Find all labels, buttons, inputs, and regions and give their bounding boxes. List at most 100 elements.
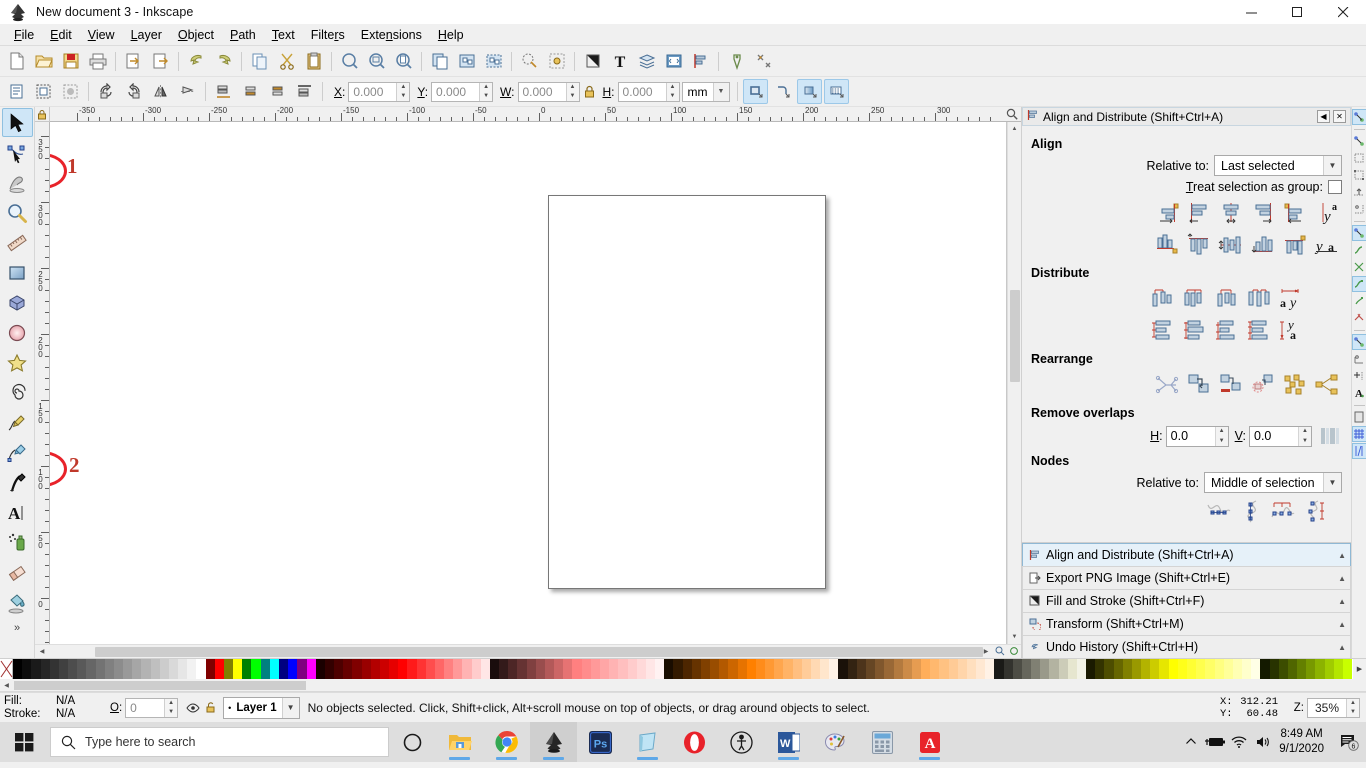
palette-swatch[interactable]: [838, 659, 847, 679]
raise-to-top-button[interactable]: [292, 79, 317, 104]
palette-swatch[interactable]: [297, 659, 306, 679]
enable-snapping-toggle[interactable]: [1352, 109, 1366, 125]
canvas-zoom-icon[interactable]: [1002, 107, 1021, 122]
taskbar-paint[interactable]: [812, 722, 859, 762]
distribute-text-baselines-horizontally-button[interactable]: ay: [1276, 284, 1306, 314]
palette-swatch[interactable]: [499, 659, 508, 679]
width-stepper[interactable]: ▲▼: [566, 83, 579, 101]
select-all-button[interactable]: [4, 79, 29, 104]
palette-swatch[interactable]: [655, 659, 664, 679]
palette-swatch[interactable]: [572, 659, 581, 679]
palette-swatch[interactable]: [380, 659, 389, 679]
3dbox-tool[interactable]: [2, 288, 33, 317]
palette-swatch[interactable]: [802, 659, 811, 679]
unclump-objects-button[interactable]: [1280, 370, 1310, 400]
palette-swatch[interactable]: [967, 659, 976, 679]
palette-swatch[interactable]: [618, 659, 627, 679]
ellipse-tool[interactable]: [2, 318, 33, 347]
canvas-horizontal-scrollbar[interactable]: ◀ ▶: [35, 644, 1021, 658]
menu-edit[interactable]: Edit: [42, 26, 80, 44]
palette-swatch[interactable]: [178, 659, 187, 679]
palette-swatch[interactable]: [949, 659, 958, 679]
palette-swatch[interactable]: [756, 659, 765, 679]
bezier-pen-tool[interactable]: [2, 438, 33, 467]
zoom-page-button[interactable]: [391, 49, 416, 74]
snap-bbox-corners-toggle[interactable]: [1352, 167, 1366, 183]
treat-as-group-checkbox[interactable]: [1328, 180, 1342, 194]
dock-tab-undo-history[interactable]: Undo History (Shift+Ctrl+H) ▲: [1022, 635, 1351, 658]
node-tool[interactable]: [2, 138, 33, 167]
exchange-positions-selection-order-button[interactable]: [1152, 370, 1182, 400]
menu-object[interactable]: Object: [170, 26, 222, 44]
randomize-positions-button[interactable]: [1248, 370, 1278, 400]
taskbar-clock[interactable]: 8:49 AM 9/1/2020: [1275, 727, 1332, 757]
scroll-up-arrow[interactable]: ▲: [1008, 122, 1021, 136]
palette-swatch[interactable]: [728, 659, 737, 679]
dock-tab-export-png-image[interactable]: Export PNG Image (Shift+Ctrl+E) ▲: [1022, 566, 1351, 589]
redo-button[interactable]: [211, 49, 236, 74]
canvas-rotation-lock-icon[interactable]: [1007, 645, 1021, 659]
palette-none-swatch[interactable]: [0, 659, 13, 679]
horizontal-scroll-thumb[interactable]: [95, 647, 983, 657]
palette-swatch[interactable]: [545, 659, 554, 679]
search-input[interactable]: Type here to search: [50, 727, 389, 757]
palette-scroll-thumb[interactable]: [14, 681, 306, 690]
palette-swatch[interactable]: [600, 659, 609, 679]
palette-swatch[interactable]: [68, 659, 77, 679]
chevron-up-icon[interactable]: ▲: [1338, 574, 1346, 583]
calligraphy-tool[interactable]: [2, 468, 33, 497]
distribute-gaps-vertically-button[interactable]: [1244, 316, 1274, 346]
drawing-canvas[interactable]: 1 2: [50, 122, 1007, 644]
palette-swatch[interactable]: [664, 659, 673, 679]
snap-nodes-paths-toggle[interactable]: [1352, 225, 1366, 241]
palette-swatch[interactable]: [1178, 659, 1187, 679]
chevron-up-icon[interactable]: ▲: [1338, 620, 1346, 629]
palette-swatch[interactable]: [261, 659, 270, 679]
rotate-90-ccw-button[interactable]: [94, 79, 119, 104]
select-all-layers-button[interactable]: [31, 79, 56, 104]
scroll-right-arrow[interactable]: ▶: [979, 648, 993, 655]
palette-swatch[interactable]: [1123, 659, 1132, 679]
palette-swatch[interactable]: [77, 659, 86, 679]
palette-swatch[interactable]: [939, 659, 948, 679]
close-panel-icon[interactable]: ✕: [1333, 110, 1346, 123]
taskbar-file-explorer[interactable]: [436, 722, 483, 762]
document-properties-button[interactable]: [544, 49, 569, 74]
palette-swatch[interactable]: [141, 659, 150, 679]
taskbar-sticky-notes[interactable]: [624, 722, 671, 762]
battery-charging-icon[interactable]: [1203, 735, 1227, 749]
taskbar-inkscape-alt[interactable]: [718, 722, 765, 762]
align-bottom-edges-button[interactable]: [1248, 230, 1278, 260]
palette-swatch[interactable]: [151, 659, 160, 679]
scale-rounded-corners-toggle[interactable]: [770, 79, 795, 104]
duplicate-button[interactable]: [427, 49, 452, 74]
align-nodes-vertically-button[interactable]: [1236, 497, 1266, 527]
palette-swatch[interactable]: [1224, 659, 1233, 679]
palette-swatch[interactable]: [1233, 659, 1242, 679]
palette-swatch[interactable]: [637, 659, 646, 679]
palette-swatch[interactable]: [1334, 659, 1343, 679]
move-patterns-toggle[interactable]: [824, 79, 849, 104]
palette-swatch[interactable]: [985, 659, 994, 679]
wifi-icon[interactable]: [1227, 735, 1251, 749]
snap-page-border-toggle[interactable]: [1352, 409, 1366, 425]
palette-swatch[interactable]: [527, 659, 536, 679]
palette-swatch[interactable]: [325, 659, 334, 679]
rotate-90-cw-button[interactable]: [121, 79, 146, 104]
palette-swatch[interactable]: [1279, 659, 1288, 679]
palette-swatch[interactable]: [875, 659, 884, 679]
eraser-tool[interactable]: [2, 558, 33, 587]
palette-swatch[interactable]: [1104, 659, 1113, 679]
cortana-button[interactable]: [389, 722, 436, 762]
align-top-edges-button[interactable]: [1184, 230, 1214, 260]
maximize-button[interactable]: [1274, 0, 1320, 24]
paste-button[interactable]: [301, 49, 326, 74]
palette-swatch[interactable]: [86, 659, 95, 679]
palette-swatch[interactable]: [1022, 659, 1031, 679]
chevron-up-icon[interactable]: [1179, 736, 1203, 748]
text-tool[interactable]: A: [2, 498, 33, 527]
toolbox-overflow-button[interactable]: »: [14, 622, 20, 634]
windows-start-icon[interactable]: [0, 722, 48, 762]
align-nodes-horizontally-button[interactable]: [1204, 497, 1234, 527]
snap-cusp-nodes-toggle[interactable]: [1352, 276, 1366, 292]
